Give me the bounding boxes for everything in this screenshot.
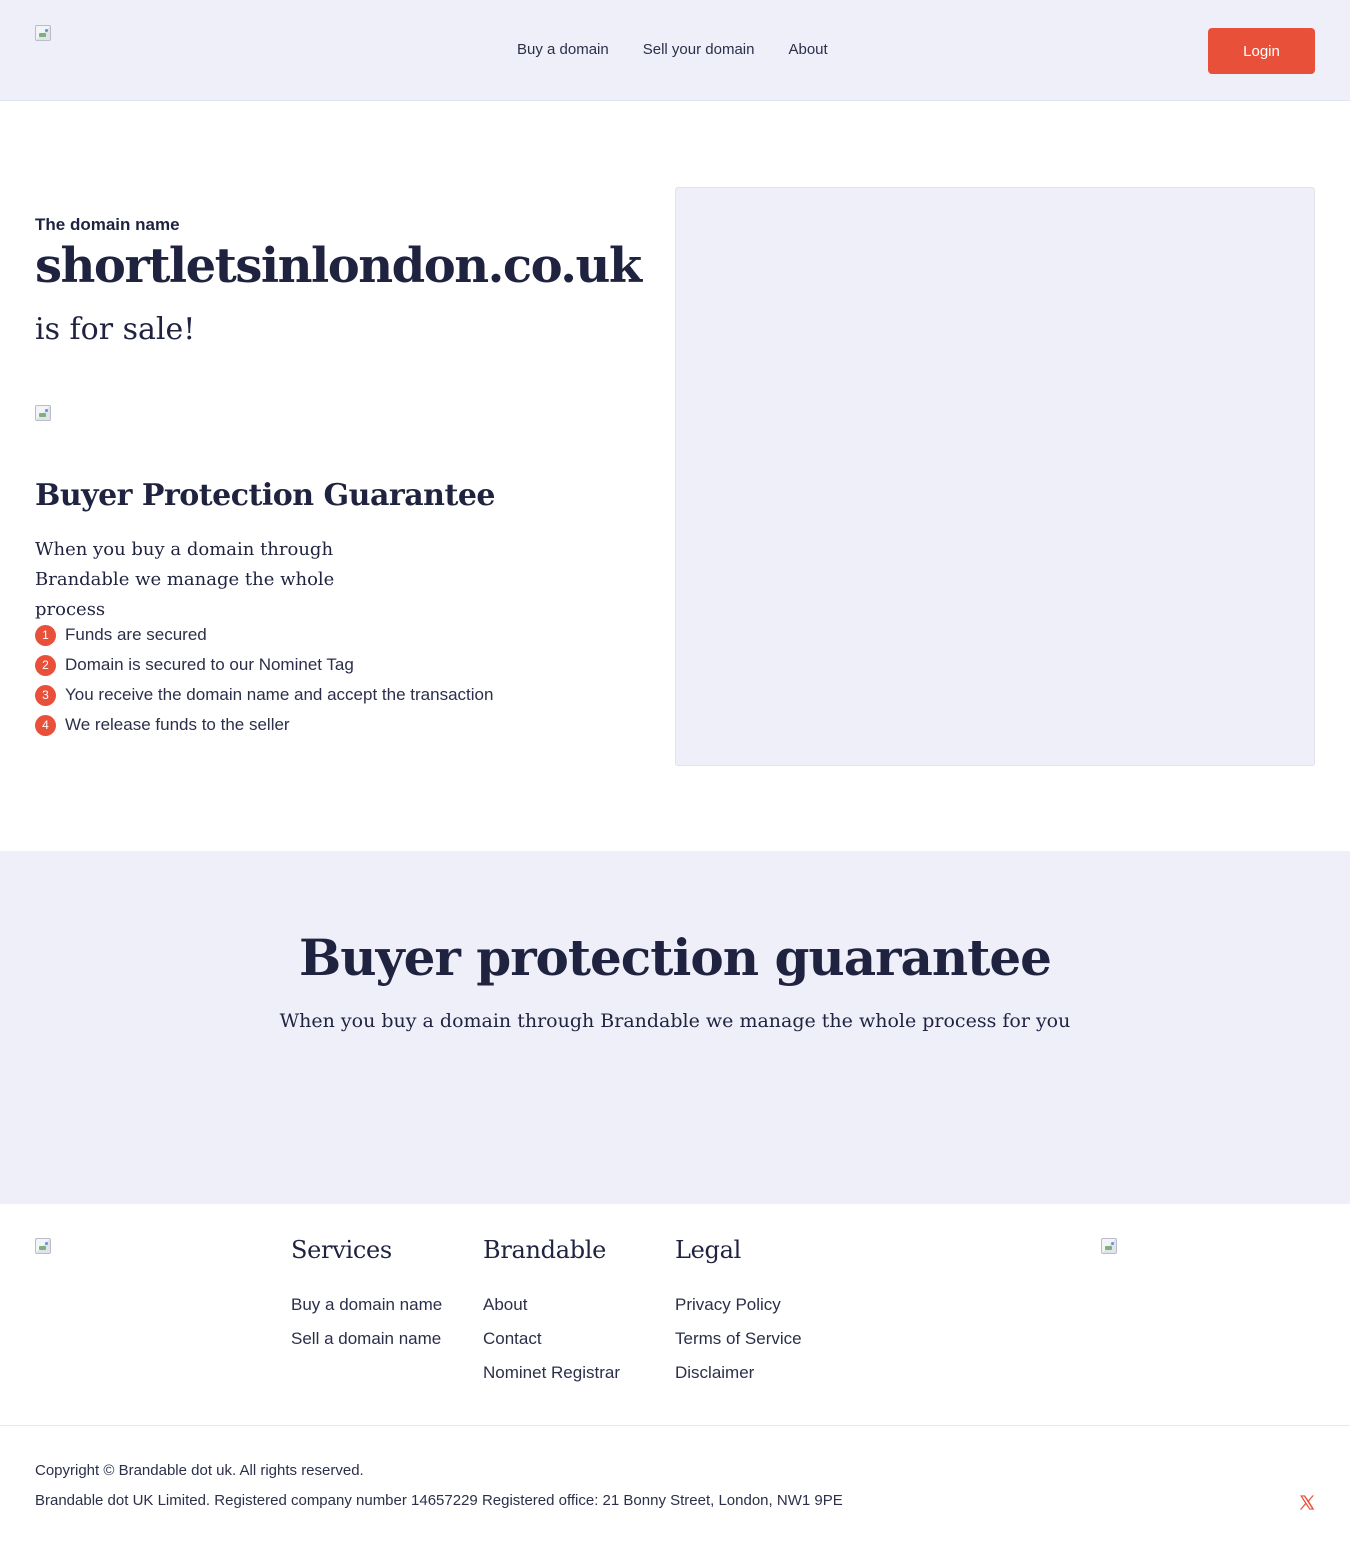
- footer-link-contact[interactable]: Contact: [483, 1328, 620, 1362]
- broken-image-icon: [1101, 1238, 1117, 1254]
- step-number-badge: 2: [35, 654, 56, 676]
- footer-services-title: Services: [291, 1236, 392, 1264]
- step-label: Domain is secured to our Nominet Tag: [65, 655, 354, 674]
- step-label: You receive the domain name and accept t…: [65, 685, 494, 704]
- list-item: 3 You receive the domain name and accept…: [35, 680, 493, 710]
- login-button[interactable]: Login: [1208, 28, 1315, 74]
- list-item: 1 Funds are secured: [35, 620, 493, 650]
- footer-link-privacy-policy[interactable]: Privacy Policy: [675, 1294, 802, 1328]
- nav-buy-domain[interactable]: Buy a domain: [517, 41, 609, 58]
- broken-image-icon: [35, 1238, 51, 1254]
- footer-legal-title: Legal: [675, 1236, 741, 1264]
- offer-form-panel: [675, 187, 1315, 766]
- step-label: We release funds to the seller: [65, 715, 290, 734]
- broken-image-icon: [35, 25, 51, 41]
- footer-link-sell-domain[interactable]: Sell a domain name: [291, 1328, 442, 1362]
- main-nav: Buy a domain Sell your domain About: [517, 41, 828, 58]
- step-number-badge: 1: [35, 624, 56, 646]
- footer-link-about[interactable]: About: [483, 1294, 620, 1328]
- site-logo[interactable]: [35, 25, 51, 41]
- footer-link-nominet-registrar[interactable]: Nominet Registrar: [483, 1362, 620, 1396]
- footer-badge-image[interactable]: [1101, 1238, 1117, 1259]
- footer-link-buy-domain[interactable]: Buy a domain name: [291, 1294, 442, 1328]
- list-item: 2 Domain is secured to our Nominet Tag: [35, 650, 493, 680]
- domain-name-title: shortletsinlondon.co.uk: [35, 238, 642, 294]
- protection-steps: 1 Funds are secured 2 Domain is secured …: [35, 620, 493, 740]
- hero-image: [35, 405, 51, 426]
- footer-brandable: Brandable About Contact Nominet Registra…: [483, 1236, 620, 1396]
- nav-sell-domain[interactable]: Sell your domain: [643, 41, 755, 58]
- for-sale-text: is for sale!: [35, 312, 196, 347]
- broken-image-icon: [35, 405, 51, 421]
- buyer-protection-text-line2: Brandable we manage the whole process: [35, 569, 335, 620]
- site-header: Buy a domain Sell your domain About Logi…: [0, 0, 1350, 101]
- buyer-protection-text-line1: When you buy a domain through: [35, 539, 334, 560]
- guarantee-title: Buyer protection guarantee: [299, 928, 1052, 987]
- footer-brandable-title: Brandable: [483, 1236, 607, 1264]
- nav-about[interactable]: About: [788, 41, 827, 58]
- copyright-text: Copyright © Brandable dot uk. All rights…: [35, 1462, 364, 1479]
- buyer-protection-title: Buyer Protection Guarantee: [35, 478, 496, 513]
- footer-link-disclaimer[interactable]: Disclaimer: [675, 1362, 802, 1396]
- step-number-badge: 3: [35, 684, 56, 706]
- footer-divider: [0, 1425, 1350, 1426]
- domain-eyebrow: The domain name: [35, 215, 180, 234]
- company-info-text: Brandable dot UK Limited. Registered com…: [35, 1492, 843, 1509]
- footer-services: Services Buy a domain name Sell a domain…: [291, 1236, 442, 1362]
- footer-link-terms[interactable]: Terms of Service: [675, 1328, 802, 1362]
- buyer-protection-text: When you buy a domain through Brandable …: [35, 535, 395, 625]
- list-item: 4 We release funds to the seller: [35, 710, 493, 740]
- step-label: Funds are secured: [65, 625, 207, 644]
- guarantee-subtitle: When you buy a domain through Brandable …: [279, 1010, 1071, 1032]
- x-twitter-icon[interactable]: [1298, 1494, 1315, 1511]
- step-number-badge: 4: [35, 714, 56, 736]
- footer-legal: Legal Privacy Policy Terms of Service Di…: [675, 1236, 802, 1396]
- footer-logo[interactable]: [35, 1238, 51, 1259]
